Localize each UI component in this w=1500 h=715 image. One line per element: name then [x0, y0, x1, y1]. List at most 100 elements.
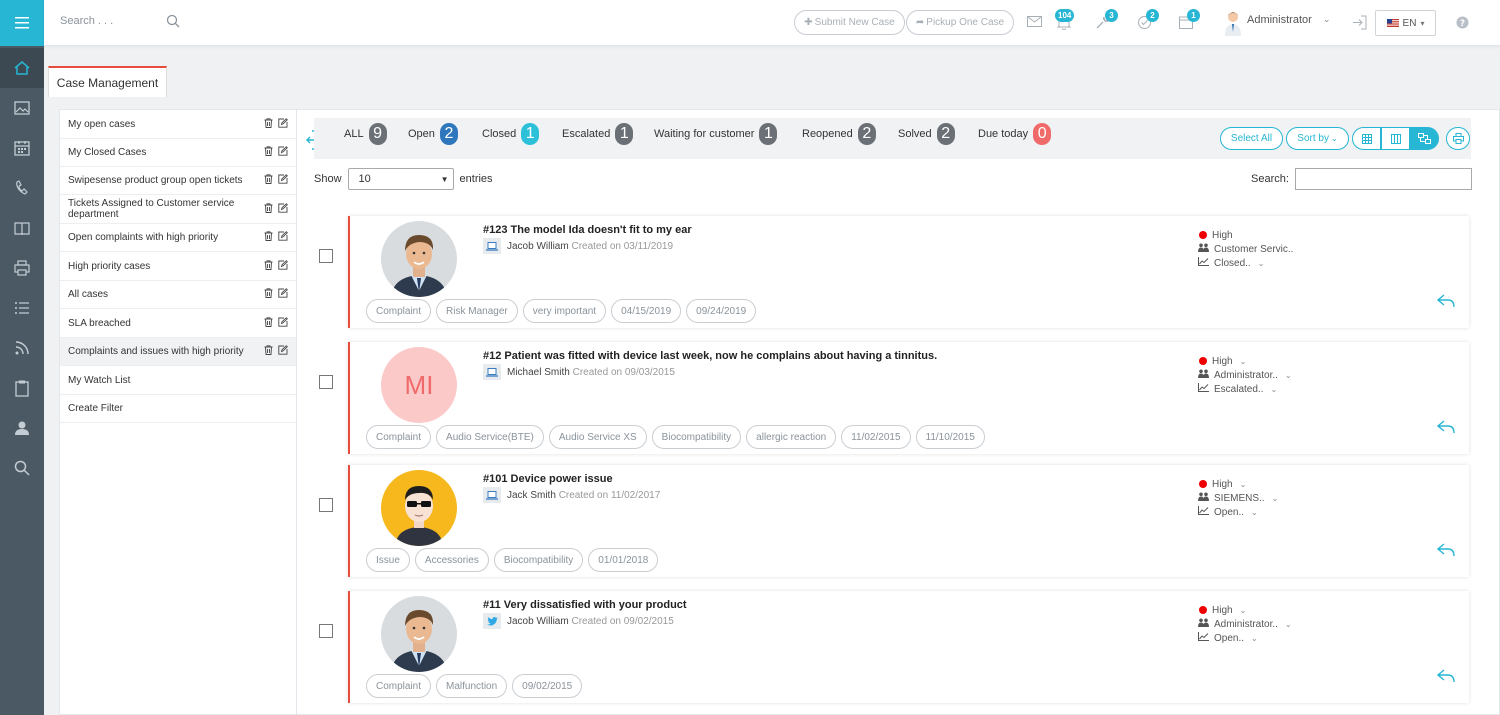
case-tag[interactable]: Audio Service XS	[548, 425, 647, 449]
select-all-button[interactable]: Select All	[1220, 127, 1283, 150]
case-tag[interactable]: 09/24/2019	[686, 299, 757, 323]
filter-item[interactable]: My Watch List	[60, 366, 296, 395]
edit-icon[interactable]	[278, 316, 288, 330]
case-card[interactable]: MI #12 Patient was fitted with device las…	[348, 342, 1469, 454]
filter-item[interactable]: My open cases	[60, 110, 296, 139]
case-tag[interactable]: 04/15/2019	[611, 299, 682, 323]
status-field[interactable]: Open.. ⌄	[1198, 505, 1278, 519]
filter-item[interactable]: High priority cases	[60, 252, 296, 281]
filter-item[interactable]: SLA breached	[60, 309, 296, 338]
case-checkbox[interactable]	[319, 249, 333, 263]
filter-item[interactable]: Complaints and issues with high priority	[60, 338, 296, 366]
case-tag[interactable]: 01/01/2018	[588, 548, 659, 572]
reply-icon[interactable]	[1436, 420, 1455, 437]
trash-icon[interactable]	[264, 259, 273, 273]
priority-field[interactable]: High ⌄	[1198, 354, 1292, 368]
case-tag[interactable]: Risk Manager	[436, 299, 518, 323]
status-field[interactable]: Closed.. ⌄	[1198, 256, 1293, 270]
trash-icon[interactable]	[264, 202, 273, 216]
filter-item[interactable]: Tickets Assigned to Customer service dep…	[60, 195, 296, 224]
status-filter-open[interactable]: Open 2	[408, 123, 458, 145]
case-tag[interactable]: 11/02/2015	[841, 425, 911, 449]
sidebar-item-calendar[interactable]	[0, 128, 44, 168]
case-tag[interactable]: Audio Service(BTE)	[436, 425, 544, 449]
status-field[interactable]: Open.. ⌄	[1198, 631, 1292, 645]
search-icon[interactable]	[166, 14, 180, 28]
trash-icon[interactable]	[264, 117, 273, 131]
sidebar-item-print[interactable]	[0, 248, 44, 288]
filter-item[interactable]: Create Filter	[60, 395, 296, 423]
case-tag[interactable]: 11/10/2015	[915, 425, 985, 449]
sidebar-item-images[interactable]	[0, 88, 44, 128]
case-card[interactable]: #11 Very dissatisfied with your product J…	[348, 591, 1469, 703]
edit-icon[interactable]	[278, 117, 288, 131]
priority-field[interactable]: High	[1198, 228, 1293, 242]
trash-icon[interactable]	[264, 231, 273, 244]
case-title[interactable]: #11 Very dissatisfied with your product	[483, 599, 687, 611]
trash-icon[interactable]	[264, 345, 273, 358]
sidebar-item-phone[interactable]	[0, 168, 44, 208]
reply-icon[interactable]	[1436, 543, 1455, 560]
case-checkbox[interactable]	[319, 498, 333, 512]
trash-icon[interactable]	[264, 288, 273, 301]
case-tag[interactable]: Malfunction	[436, 674, 508, 698]
column-view-button[interactable]	[1381, 127, 1410, 150]
case-tag[interactable]: Biocompatibility	[493, 548, 584, 572]
case-checkbox[interactable]	[319, 375, 333, 389]
global-search-input[interactable]: Search . . .	[60, 15, 113, 27]
pickup-one-case-button[interactable]: ➦ Pickup One Case	[906, 10, 1014, 35]
case-tag[interactable]: very important	[522, 299, 607, 323]
tab-case-management[interactable]: Case Management	[48, 66, 167, 97]
sidebar-item-clipboard[interactable]	[0, 368, 44, 408]
case-title[interactable]: #123 The model Ida doesn't fit to my ear	[483, 224, 692, 236]
edit-icon[interactable]	[278, 202, 288, 216]
assignee-field[interactable]: Administrator.. ⌄	[1198, 617, 1292, 631]
case-card[interactable]: #123 The model Ida doesn't fit to my ear…	[348, 216, 1469, 328]
case-tag[interactable]: Complaint	[366, 674, 432, 698]
case-tag[interactable]: Complaint	[366, 425, 432, 449]
sidebar-item-home[interactable]	[0, 48, 44, 88]
sidebar-item-search[interactable]	[0, 448, 44, 488]
assignee-field[interactable]: Administrator.. ⌄	[1198, 368, 1292, 382]
edit-icon[interactable]	[278, 231, 288, 244]
priority-field[interactable]: High ⌄	[1198, 477, 1278, 491]
edit-icon[interactable]	[278, 174, 288, 187]
entries-select[interactable]: 10 ▼	[347, 168, 454, 190]
trash-icon[interactable]	[264, 316, 273, 330]
filter-item[interactable]: Swipesense product group open tickets	[60, 167, 296, 195]
reply-icon[interactable]	[1436, 669, 1455, 686]
sidebar-item-knowledge[interactable]	[0, 208, 44, 248]
submit-new-case-button[interactable]: ✚ Submit New Case	[794, 10, 905, 35]
case-title[interactable]: #101 Device power issue	[483, 473, 613, 485]
edit-icon[interactable]	[278, 259, 288, 273]
language-select[interactable]: EN ▾	[1375, 10, 1436, 36]
menu-toggle-button[interactable]	[0, 0, 44, 46]
case-tag[interactable]: allergic reaction	[746, 425, 837, 449]
status-filter-all[interactable]: ALL 9	[344, 123, 387, 145]
status-filter-reopened[interactable]: Reopened 2	[802, 123, 876, 145]
logout-icon[interactable]	[1352, 15, 1367, 30]
user-name[interactable]: Administrator	[1247, 14, 1312, 26]
trash-icon[interactable]	[264, 146, 273, 159]
case-title[interactable]: #12 Patient was fitted with device last …	[483, 350, 937, 362]
filter-item[interactable]: My Closed Cases	[60, 139, 296, 167]
help-icon[interactable]: ?	[1456, 16, 1469, 29]
grid-view-button[interactable]	[1352, 127, 1381, 150]
status-filter-solved[interactable]: Solved 2	[898, 123, 955, 145]
status-filter-due-today[interactable]: Due today 0	[978, 123, 1052, 145]
case-checkbox[interactable]	[319, 624, 333, 638]
edit-icon[interactable]	[278, 288, 288, 301]
filter-item[interactable]: Open complaints with high priority	[60, 224, 296, 252]
case-tag[interactable]: Complaint	[366, 299, 432, 323]
mail-icon[interactable]	[1027, 16, 1042, 27]
table-search-input[interactable]	[1294, 168, 1472, 190]
card-view-button[interactable]	[1410, 127, 1439, 150]
status-filter-waiting-for-customer[interactable]: Waiting for customer 1	[654, 123, 778, 145]
print-button[interactable]	[1446, 127, 1470, 150]
sidebar-item-feed[interactable]	[0, 328, 44, 368]
status-field[interactable]: Escalated.. ⌄	[1198, 382, 1292, 396]
sort-by-button[interactable]: Sort by ⌄	[1286, 127, 1349, 150]
priority-field[interactable]: High ⌄	[1198, 603, 1292, 617]
edit-icon[interactable]	[278, 146, 288, 159]
case-card[interactable]: #101 Device power issue Jack Smith Create…	[348, 465, 1469, 577]
